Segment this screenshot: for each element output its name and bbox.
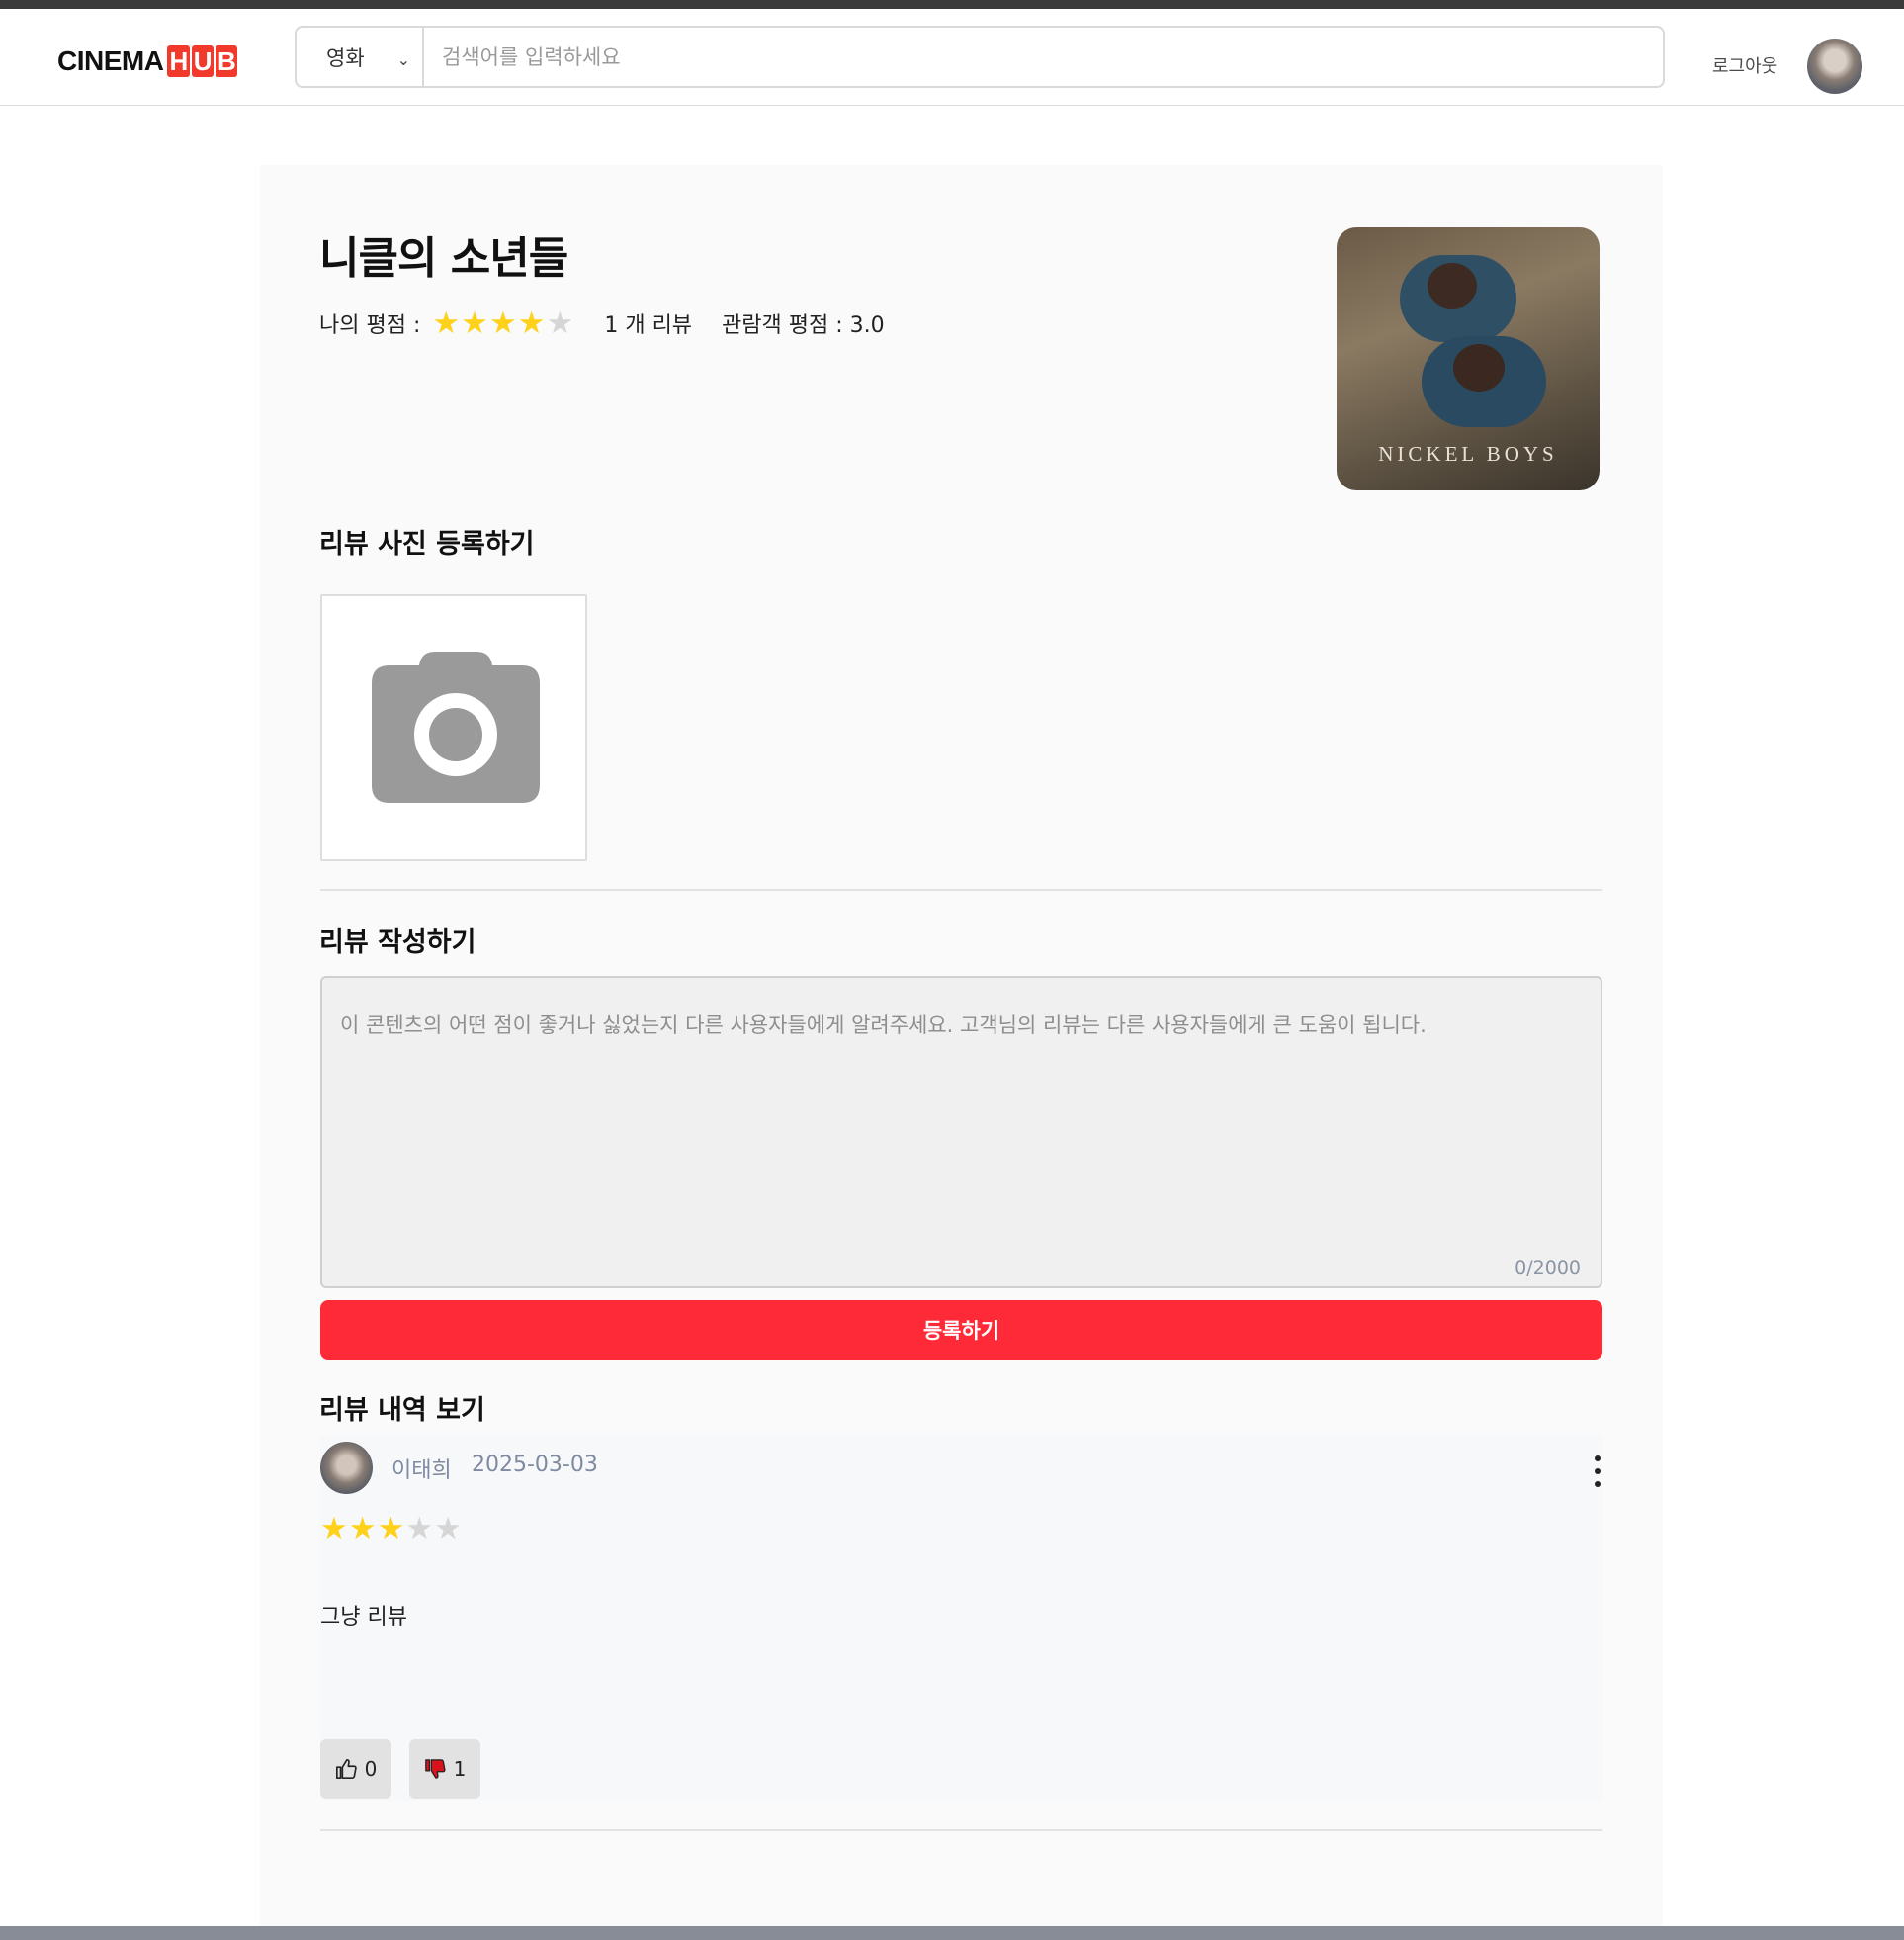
poster-figure bbox=[1453, 344, 1505, 392]
browser-top-strip bbox=[0, 0, 1904, 9]
dislike-button[interactable]: 1 bbox=[409, 1739, 480, 1799]
review-rating-stars: ★ ★ ★ ★ ★ bbox=[320, 1514, 463, 1544]
logo-hub-letter: H bbox=[167, 45, 190, 77]
star-icon: ★ bbox=[377, 1511, 405, 1546]
photo-upload-box[interactable] bbox=[320, 594, 587, 861]
logo-hub-letter: B bbox=[216, 45, 238, 77]
review-textarea-wrapper: 0/2000 bbox=[320, 976, 1602, 1288]
review-card: 니클의 소년들 나의 평점 : ★ ★ ★ ★ ★ 1 개 리뷰 관람객 평점 … bbox=[260, 165, 1663, 1940]
cinemahub-logo[interactable]: CINEMA H U B bbox=[57, 41, 238, 82]
thumbs-down-icon bbox=[424, 1759, 446, 1779]
review-list-item: 이태희 2025-03-03 ★ ★ ★ ★ ★ 그냥 리뷰 0 1 bbox=[320, 1435, 1602, 1801]
chevron-down-icon: ⌄ bbox=[396, 50, 410, 69]
review-date: 2025-03-03 bbox=[472, 1453, 598, 1477]
reviewer-name: 이태희 bbox=[391, 1458, 452, 1483]
search-category-select[interactable]: 영화 ⌄ bbox=[297, 28, 424, 86]
poster-figure bbox=[1428, 263, 1477, 309]
section-divider bbox=[320, 1829, 1602, 1831]
movie-title: 니클의 소년들 bbox=[319, 233, 568, 284]
review-count: 1 개 리뷰 bbox=[604, 313, 693, 338]
search-input[interactable] bbox=[424, 28, 1663, 86]
logo-text: CINEMA bbox=[57, 45, 164, 76]
review-history-heading: 리뷰 내역 보기 bbox=[319, 1395, 485, 1426]
review-textarea[interactable] bbox=[322, 978, 1601, 1286]
review-body: 그냥 리뷰 bbox=[320, 1605, 407, 1630]
star-icon[interactable]: ★ bbox=[547, 308, 574, 339]
like-button[interactable]: 0 bbox=[320, 1739, 391, 1799]
star-icon[interactable]: ★ bbox=[518, 308, 546, 339]
star-icon: ★ bbox=[434, 1511, 462, 1546]
more-options-icon[interactable] bbox=[1586, 1452, 1609, 1491]
star-icon: ★ bbox=[405, 1511, 434, 1546]
like-count: 0 bbox=[364, 1757, 378, 1781]
dislike-count: 1 bbox=[453, 1757, 467, 1781]
my-rating-stars[interactable]: ★ ★ ★ ★ ★ bbox=[432, 308, 574, 339]
star-icon: ★ bbox=[320, 1511, 348, 1546]
star-icon[interactable]: ★ bbox=[461, 308, 488, 339]
browser-bottom-strip bbox=[0, 1926, 1904, 1940]
reviewer-avatar bbox=[320, 1442, 373, 1494]
movie-poster: NICKEL BOYS bbox=[1337, 227, 1600, 490]
audience-rating: 관람객 평점 : 3.0 bbox=[722, 313, 885, 338]
submit-review-button[interactable]: 등록하기 bbox=[320, 1300, 1602, 1360]
logout-link[interactable]: 로그아웃 bbox=[1712, 52, 1777, 78]
star-icon[interactable]: ★ bbox=[432, 308, 460, 339]
camera-icon bbox=[372, 652, 540, 803]
character-counter: 0/2000 bbox=[1515, 1257, 1581, 1279]
thumbs-up-icon bbox=[335, 1759, 357, 1779]
search-category-value: 영화 bbox=[326, 45, 365, 70]
section-divider bbox=[320, 889, 1602, 891]
star-icon: ★ bbox=[348, 1511, 377, 1546]
photo-upload-heading: 리뷰 사진 등록하기 bbox=[319, 529, 535, 560]
logo-hub-badge: H U B bbox=[165, 45, 238, 77]
write-review-heading: 리뷰 작성하기 bbox=[319, 927, 476, 958]
logo-hub-letter: U bbox=[191, 45, 215, 77]
my-rating-label: 나의 평점 : bbox=[319, 313, 421, 338]
search-bar: 영화 ⌄ bbox=[295, 26, 1665, 88]
user-avatar[interactable] bbox=[1807, 39, 1862, 94]
poster-title: NICKEL BOYS bbox=[1378, 442, 1558, 466]
star-icon[interactable]: ★ bbox=[489, 308, 517, 339]
rating-summary: 나의 평점 : ★ ★ ★ ★ ★ 1 개 리뷰 관람객 평점 : 3.0 bbox=[319, 308, 885, 339]
top-navigation: CINEMA H U B 영화 ⌄ 로그아웃 bbox=[0, 9, 1904, 106]
